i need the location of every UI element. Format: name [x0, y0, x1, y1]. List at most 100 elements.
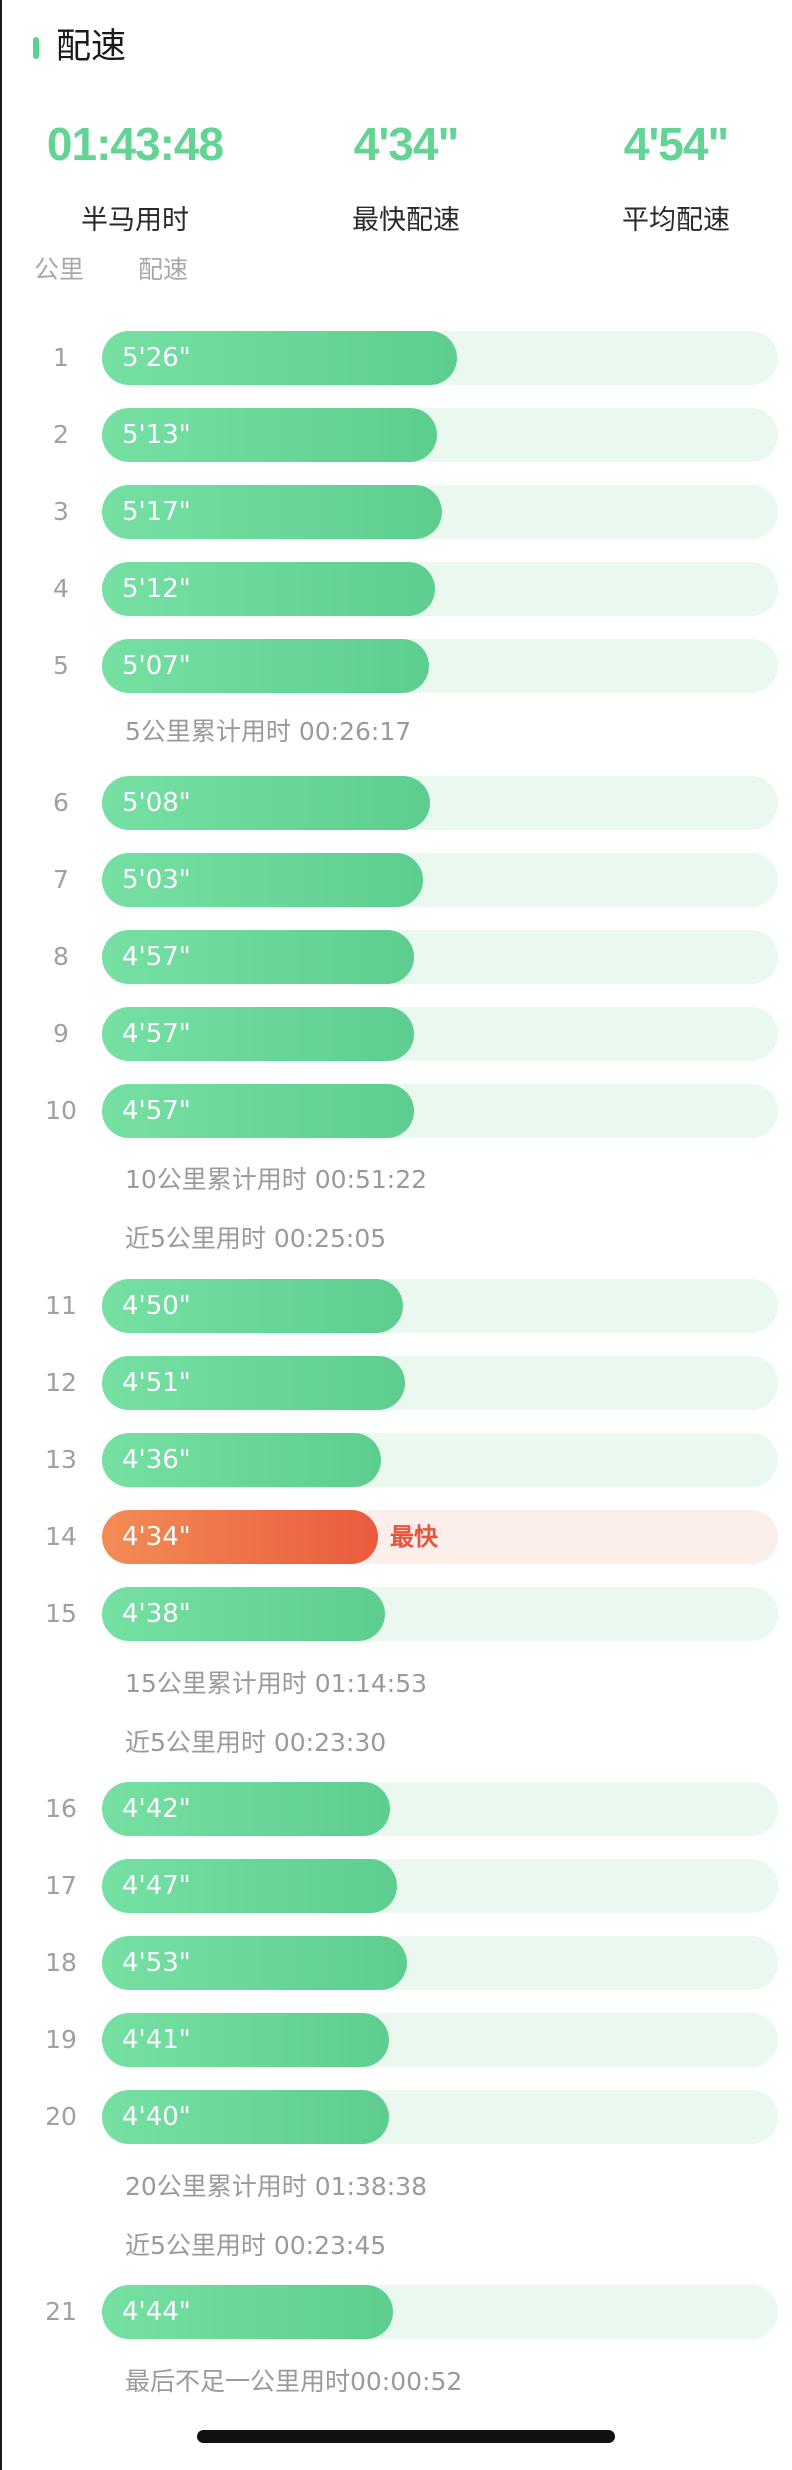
column-header-pace: 配速: [138, 255, 189, 284]
pace-bar: 5'26": [102, 331, 457, 385]
split-summary-note: 近5公里用时 00:23:45: [125, 2231, 387, 2260]
split-pace-value: 5'26": [122, 343, 191, 373]
split-summary-note: 近5公里用时 00:25:05: [125, 1224, 387, 1253]
split-row: 13 4'36": [0, 1432, 792, 1488]
pace-bar: 5'08": [102, 776, 430, 830]
stat-total-time: 01:43:48 半马用时: [0, 116, 270, 240]
split-km-label: 9: [53, 1019, 69, 1048]
split-pace-value: 4'57": [122, 1019, 191, 1049]
split-km-label: 12: [45, 1368, 77, 1397]
split-summary-note: 10公里累计用时 00:51:22: [125, 1165, 428, 1194]
split-pace-value: 4'42": [122, 1794, 191, 1824]
split-summary-note: 5公里累计用时 00:26:17: [125, 717, 412, 746]
pace-bar-track: 4'47": [102, 1859, 778, 1913]
split-row: 11 4'50": [0, 1278, 792, 1334]
split-row: 12 4'51": [0, 1355, 792, 1411]
pace-bar: 4'51": [102, 1356, 405, 1410]
split-km-label: 20: [45, 2102, 77, 2131]
split-row: 5 5'07": [0, 638, 792, 694]
split-pace-value: 4'34": [122, 1522, 191, 1552]
pace-bar-track: 4'42": [102, 1782, 778, 1836]
split-row: 21 4'44": [0, 2284, 792, 2340]
split-km-label: 11: [45, 1291, 77, 1320]
pace-bar-track: 4'50": [102, 1279, 778, 1333]
pace-screen: 配速 01:43:48 半马用时 4'34" 最快配速 4'54" 平均配速 公…: [0, 0, 792, 2470]
split-pace-value: 5'12": [122, 574, 191, 604]
pace-bar-track: 4'57": [102, 1007, 778, 1061]
split-row: 9 4'57": [0, 1006, 792, 1062]
pace-bar: 4'57": [102, 930, 414, 984]
split-row: 14 4'34" 最快: [0, 1509, 792, 1565]
split-summary-note: 20公里累计用时 01:38:38: [125, 2172, 428, 2201]
pace-bar: 4'50": [102, 1279, 403, 1333]
split-km-label: 14: [45, 1522, 77, 1551]
split-pace-value: 4'36": [122, 1445, 191, 1475]
split-km-label: 19: [45, 2025, 77, 2054]
stat-fastest-pace-value: 4'34": [353, 118, 460, 170]
stat-fastest-pace: 4'34" 最快配速: [271, 116, 541, 240]
fastest-tag: 最快: [390, 1523, 438, 1551]
split-row: 8 4'57": [0, 929, 792, 985]
pace-bar: 4'42": [102, 1782, 390, 1836]
split-km-label: 6: [53, 788, 69, 817]
split-km-label: 17: [45, 1871, 77, 1900]
split-pace-value: 5'08": [122, 788, 191, 818]
pace-bar: 4'47": [102, 1859, 397, 1913]
split-km-label: 7: [53, 865, 69, 894]
stat-average-pace-label: 平均配速: [622, 205, 730, 236]
split-km-label: 3: [53, 497, 69, 526]
split-pace-value: 5'07": [122, 651, 191, 681]
pace-bar: 4'38": [102, 1587, 385, 1641]
stat-fastest-pace-label: 最快配速: [352, 205, 460, 236]
split-row: 3 5'17": [0, 484, 792, 540]
split-pace-value: 4'50": [122, 1291, 191, 1321]
pace-bar-track: 4'51": [102, 1356, 778, 1410]
fastest-pace-bar: 4'34": [102, 1510, 378, 1564]
split-km-label: 18: [45, 1948, 77, 1977]
split-km-label: 2: [53, 420, 69, 449]
pace-bar-track: 5'26": [102, 331, 778, 385]
pace-bar-track: 4'57": [102, 1084, 778, 1138]
pace-bar-track: 4'34" 最快: [102, 1510, 778, 1564]
split-row: 2 5'13": [0, 407, 792, 463]
split-pace-value: 4'57": [122, 1096, 191, 1126]
split-row: 17 4'47": [0, 1858, 792, 1914]
split-row: 1 5'26": [0, 330, 792, 386]
split-row: 10 4'57": [0, 1083, 792, 1139]
pace-bar-track: 4'40": [102, 2090, 778, 2144]
pace-bar-track: 5'03": [102, 853, 778, 907]
pace-bar-track: 4'41": [102, 2013, 778, 2067]
stat-total-time-label: 半马用时: [81, 205, 189, 236]
pace-bar: 5'12": [102, 562, 435, 616]
split-summary-note: 近5公里用时 00:23:30: [125, 1728, 387, 1757]
stat-average-pace-value: 4'54": [623, 118, 730, 170]
pace-bar-track: 4'38": [102, 1587, 778, 1641]
split-row: 18 4'53": [0, 1935, 792, 1991]
split-pace-value: 4'38": [122, 1599, 191, 1629]
pace-bar-track: 4'57": [102, 930, 778, 984]
split-km-label: 1: [53, 343, 69, 372]
split-row: 7 5'03": [0, 852, 792, 908]
split-km-label: 10: [45, 1096, 77, 1125]
split-pace-value: 5'13": [122, 420, 191, 450]
pace-bar: 4'44": [102, 2285, 393, 2339]
split-km-label: 5: [53, 651, 69, 680]
pace-bar-track: 5'08": [102, 776, 778, 830]
pace-bar: 4'36": [102, 1433, 381, 1487]
split-row: 15 4'38": [0, 1586, 792, 1642]
pace-bar: 4'53": [102, 1936, 407, 1990]
pace-bar-track: 4'53": [102, 1936, 778, 1990]
pace-bar: 4'40": [102, 2090, 389, 2144]
pace-bar: 5'07": [102, 639, 429, 693]
pace-bar-track: 5'07": [102, 639, 778, 693]
split-km-label: 15: [45, 1599, 77, 1628]
home-indicator: [197, 2430, 615, 2443]
split-pace-value: 4'57": [122, 942, 191, 972]
split-km-label: 13: [45, 1445, 77, 1474]
pace-bar: 5'13": [102, 408, 437, 462]
column-header-km: 公里: [34, 255, 85, 284]
split-pace-value: 4'41": [122, 2025, 191, 2055]
split-row: 4 5'12": [0, 561, 792, 617]
split-pace-value: 4'40": [122, 2102, 191, 2132]
split-pace-value: 4'51": [122, 1368, 191, 1398]
